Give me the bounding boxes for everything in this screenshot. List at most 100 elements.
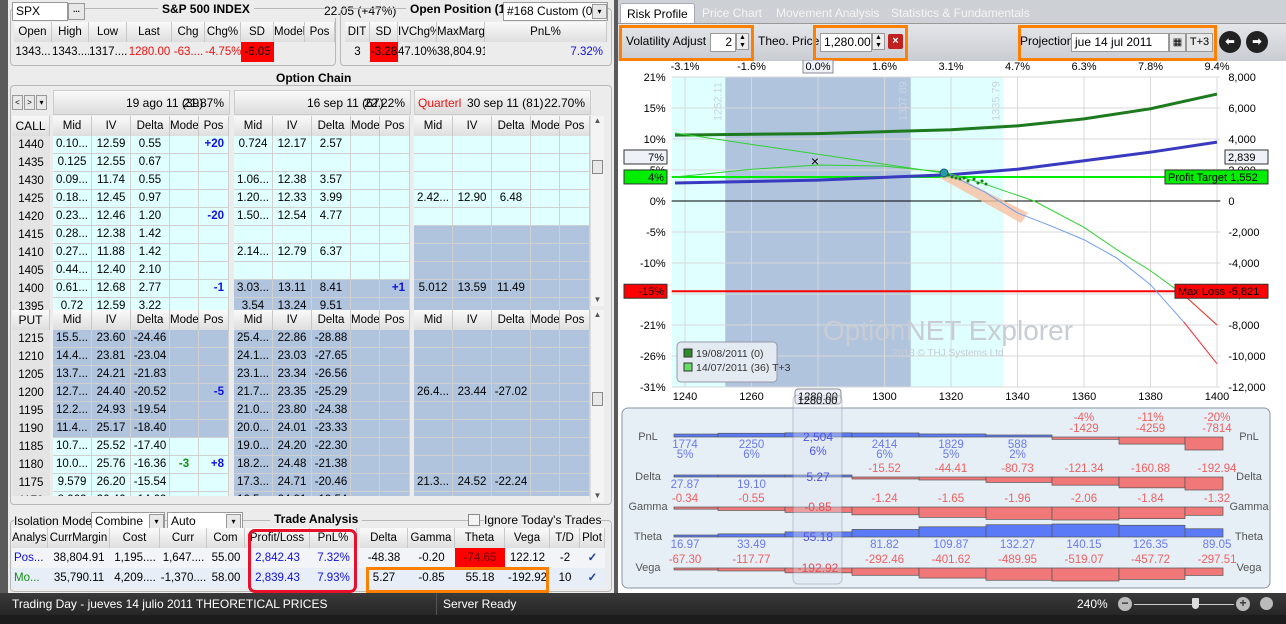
ignore-trades-checkbox[interactable] (468, 514, 480, 526)
expiry-header[interactable]: 19 ago 11 (39) 21.87% (53, 90, 230, 115)
chain-row[interactable]: 0.10... 12.59 0.55 +20 (53, 136, 229, 154)
chain-row[interactable]: 5.012 13.59 11.49 (414, 280, 590, 298)
chain-row[interactable]: 0.44... 12.40 2.10 (53, 262, 229, 280)
risk-profile-chart[interactable]: 1252.11 1307.89 1335.791240-3.1%1260-1.6% 0… (618, 60, 1286, 405)
call-scroll-thumb[interactable] (592, 160, 603, 174)
prev-expiry-button[interactable]: < (12, 95, 23, 110)
chain-row[interactable] (414, 226, 590, 244)
chain-row[interactable] (414, 154, 590, 172)
chain-row[interactable]: 11.4... 25.17 -18.40 (53, 420, 229, 438)
column-header[interactable]: Model (170, 310, 199, 330)
column-header[interactable]: CurrMargin (48, 528, 110, 548)
column-header[interactable]: Pos (380, 310, 410, 330)
forward-arrow-icon[interactable]: ➡ (1246, 31, 1268, 53)
column-header[interactable]: Delta (131, 116, 170, 136)
chain-row[interactable]: 0.724 12.17 2.57 (234, 136, 410, 154)
expiry-header[interactable]: 16 sep 11 (67) 22.22% (234, 90, 411, 115)
chain-row[interactable]: 18.2... 24.48 -21.38 (234, 456, 410, 474)
put-scroll-thumb[interactable] (592, 392, 603, 406)
column-header[interactable]: Delta (312, 116, 351, 136)
zoom-in-icon[interactable]: + (1236, 597, 1250, 611)
chain-row[interactable]: 12.7... 24.40 -20.52 -5 (53, 384, 229, 402)
column-header[interactable]: Curr (160, 528, 207, 548)
chain-row[interactable] (414, 262, 590, 280)
column-header[interactable]: Com (207, 528, 245, 548)
column-header[interactable]: Mid (414, 116, 453, 136)
column-header[interactable]: Mid (234, 310, 273, 330)
tab-price-chart[interactable]: Price Chart (702, 3, 762, 23)
column-header[interactable]: IV (453, 310, 492, 330)
chain-row[interactable]: 0.18... 12.45 0.97 (53, 190, 229, 208)
column-header[interactable]: T/D (550, 528, 580, 548)
chain-row[interactable]: 0.61... 12.68 2.77 -1 (53, 280, 229, 298)
column-header[interactable]: Plot (580, 528, 605, 548)
chain-row[interactable]: 1.20... 12.33 3.99 (234, 190, 410, 208)
column-header[interactable]: Mid (53, 116, 92, 136)
chain-row[interactable] (414, 136, 590, 154)
chain-row[interactable] (414, 366, 590, 384)
chain-row[interactable] (414, 244, 590, 262)
chain-row[interactable]: 19.0... 24.20 -22.30 (234, 438, 410, 456)
chain-row[interactable] (414, 208, 590, 226)
back-arrow-icon[interactable]: ⬅ (1219, 31, 1241, 53)
chain-row[interactable]: 24.1... 23.03 -27.65 (234, 348, 410, 366)
expiry-menu-button[interactable]: ▾ (36, 95, 47, 110)
column-header[interactable]: Delta (492, 310, 531, 330)
column-header[interactable]: Model (531, 310, 560, 330)
chain-row[interactable] (414, 438, 590, 456)
chain-row[interactable]: 2.14... 12.79 6.37 (234, 244, 410, 262)
zoom-slider-thumb[interactable] (1192, 598, 1199, 609)
column-header[interactable]: Mid (234, 116, 273, 136)
column-header[interactable]: Pos (380, 116, 410, 136)
mode-dropdown-button[interactable]: ▾ (226, 514, 241, 529)
column-header[interactable]: Mid (53, 310, 92, 330)
column-header[interactable]: IV (92, 310, 131, 330)
chain-row[interactable] (234, 262, 410, 280)
chain-row[interactable] (414, 456, 590, 474)
chain-row[interactable]: 3.03... 13.11 8.41 +1 (234, 280, 410, 298)
chain-row[interactable]: 17.3... 24.71 -20.46 (234, 474, 410, 492)
plot-checkbox[interactable]: ✓ (580, 568, 605, 588)
chain-row[interactable]: 23.1... 23.34 -26.56 (234, 366, 410, 384)
isolation-dropdown-button[interactable]: ▾ (149, 514, 164, 529)
chain-row[interactable]: 0.23... 12.46 1.20 -20 (53, 208, 229, 226)
chain-row[interactable]: 1.06... 12.38 3.57 (234, 172, 410, 190)
chain-row[interactable]: 15.5... 23.60 -24.46 (53, 330, 229, 348)
chain-row[interactable] (414, 172, 590, 190)
chain-row[interactable]: 0.28... 12.38 1.42 (53, 226, 229, 244)
chain-row[interactable]: 25.4... 22.86 -28.88 (234, 330, 410, 348)
column-header[interactable]: Theta (455, 528, 505, 548)
chain-row[interactable]: 13.7... 24.21 -21.83 (53, 366, 229, 384)
zoom-slider-track[interactable] (1134, 604, 1234, 605)
chain-row[interactable]: 0.27... 11.88 1.42 (53, 244, 229, 262)
column-header[interactable]: Delta (492, 116, 531, 136)
next-expiry-button[interactable]: > (24, 95, 35, 110)
tab-statistics-fundamentals[interactable]: Statistics & Fundamentals (891, 3, 1030, 23)
column-header[interactable]: Analysis (12, 528, 48, 548)
chain-row[interactable]: 26.4... 23.44 -27.02 (414, 384, 590, 402)
column-header[interactable]: Pos (560, 116, 590, 136)
chain-row[interactable]: 21.3... 24.52 -22.24 (414, 474, 590, 492)
chain-row[interactable]: 2.42... 12.90 6.48 (414, 190, 590, 208)
call-scrollbar[interactable]: ▲ ▼ (590, 116, 604, 306)
expiry-header[interactable]: Quarterl 30 sep 11 (81) 22.70% (414, 90, 591, 115)
tab-movement-analysis[interactable]: Movement Analysis (776, 3, 879, 23)
tab-risk-profile[interactable]: Risk Profile (620, 3, 695, 23)
column-header[interactable]: IV (92, 116, 131, 136)
column-header[interactable]: Model (531, 116, 560, 136)
current-price-column[interactable] (792, 395, 843, 585)
column-header[interactable]: Vega (505, 528, 550, 548)
column-header[interactable]: Model (351, 116, 380, 136)
chain-row[interactable]: 9.579 26.20 -15.54 (53, 474, 229, 492)
column-header[interactable]: Mid (414, 310, 453, 330)
zoom-out-icon[interactable]: − (1118, 597, 1132, 611)
chain-row[interactable]: 10.0... 25.76 -16.36 -3 +8 (53, 456, 229, 474)
column-header[interactable]: Delta (131, 310, 170, 330)
column-header[interactable]: Model (170, 116, 199, 136)
column-header[interactable]: Delta (360, 528, 408, 548)
chain-row[interactable] (414, 420, 590, 438)
chain-row[interactable]: 1.50... 12.54 4.77 (234, 208, 410, 226)
chain-row[interactable] (234, 154, 410, 172)
column-header[interactable]: Pos (199, 310, 229, 330)
chain-row[interactable] (234, 226, 410, 244)
